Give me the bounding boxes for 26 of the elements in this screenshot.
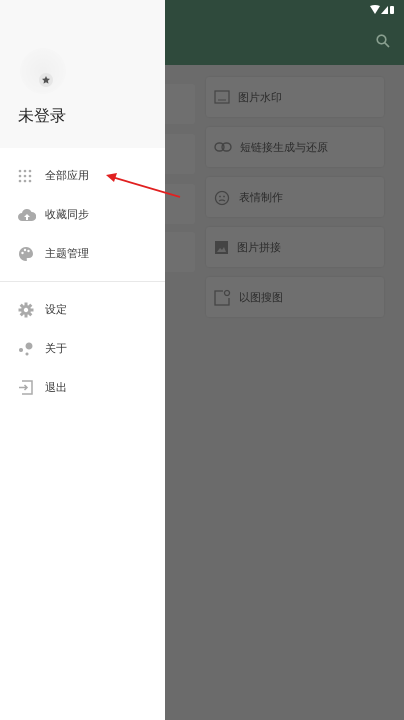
menu-item[interactable]: 收藏同步 xyxy=(0,195,165,234)
menu-item[interactable]: 关于 xyxy=(0,329,165,368)
star-badge-icon xyxy=(39,73,53,87)
menu-item[interactable]: 设定 xyxy=(0,290,165,329)
image-search-icon xyxy=(214,288,231,306)
palette-icon xyxy=(18,246,34,262)
grid-icon xyxy=(18,168,32,182)
tool-label: 图片拼接 xyxy=(237,240,281,254)
menu-item[interactable]: 退出 xyxy=(0,368,165,407)
settings-icon xyxy=(18,302,34,318)
tool-label: 短链接生成与还原 xyxy=(240,140,328,154)
tool-label: 表情制作 xyxy=(239,190,283,204)
search-icon[interactable] xyxy=(376,34,390,48)
tool-label: 以图搜图 xyxy=(239,290,283,304)
menu-item[interactable]: 主题管理 xyxy=(0,234,165,273)
menu-item[interactable]: 全部应用 xyxy=(0,156,165,195)
exit-icon xyxy=(18,380,33,395)
status-icons-drawing xyxy=(370,5,394,15)
link-icon xyxy=(214,142,232,152)
user-name: 未登录 xyxy=(18,106,67,127)
cloud-upload-icon xyxy=(18,208,36,222)
image-icon xyxy=(214,90,230,104)
dots-icon xyxy=(18,342,34,356)
image-icon xyxy=(214,240,229,254)
tool-label: 图片水印 xyxy=(238,90,282,104)
emoji-icon xyxy=(214,188,231,206)
